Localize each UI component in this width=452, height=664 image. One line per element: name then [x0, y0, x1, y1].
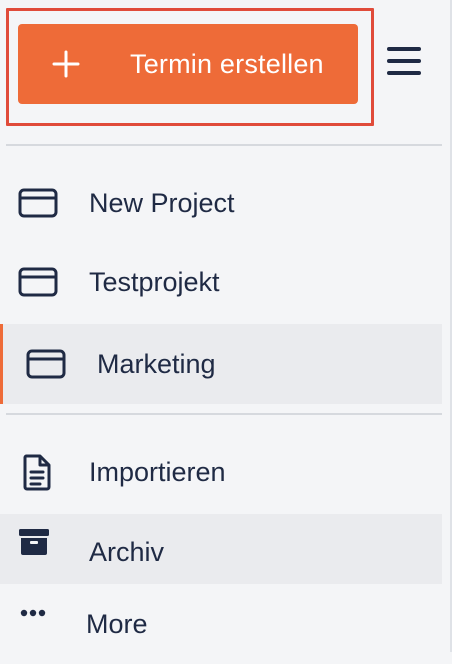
tool-label: More [86, 609, 148, 639]
tool-label: Archiv [89, 537, 165, 567]
project-label: Testprojekt [89, 267, 220, 297]
more-dots-icon [20, 609, 46, 617]
tool-item-more[interactable]: More [0, 584, 442, 652]
hamburger-menu-icon[interactable] [386, 44, 422, 80]
create-appointment-button[interactable]: Termin erstellen [18, 24, 358, 104]
archive-box-icon [19, 529, 49, 555]
divider [6, 144, 442, 146]
sidebar-header: Termin erstellen [0, 0, 450, 144]
card-icon [18, 188, 58, 218]
project-item-marketing[interactable]: Marketing [0, 324, 442, 404]
create-appointment-label: Termin erstellen [130, 49, 324, 79]
tool-item-import[interactable]: Importieren [0, 432, 442, 512]
tool-item-archive[interactable]: Archiv [0, 514, 442, 584]
project-label: Marketing [97, 349, 216, 379]
divider [6, 413, 442, 415]
active-indicator [0, 324, 3, 404]
tool-label: Importieren [89, 457, 226, 487]
card-icon [18, 267, 58, 297]
project-item-testprojekt[interactable]: Testprojekt [0, 242, 442, 322]
card-icon [26, 349, 66, 379]
project-item-new-project[interactable]: New Project [0, 163, 442, 243]
plus-icon [52, 50, 80, 78]
project-label: New Project [89, 188, 235, 218]
document-icon [23, 454, 51, 491]
